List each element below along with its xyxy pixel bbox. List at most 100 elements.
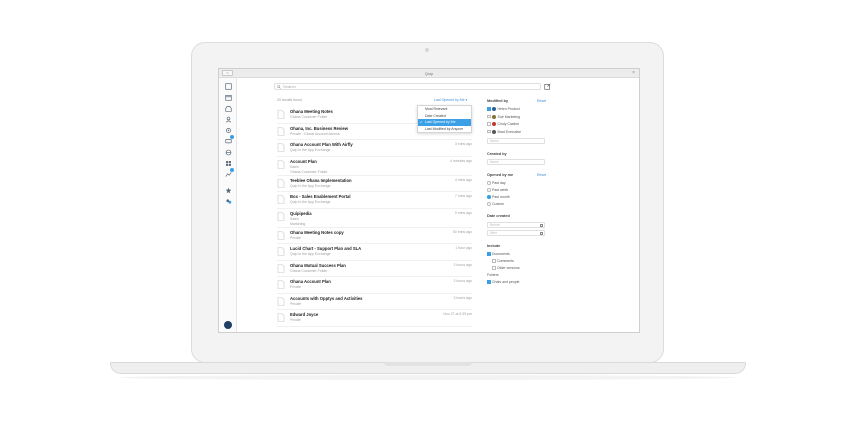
checkbox[interactable] — [487, 129, 491, 134]
left-nav — [219, 78, 237, 332]
checkbox[interactable] — [487, 114, 491, 119]
radio[interactable] — [487, 202, 491, 206]
option-label: Older versions — [497, 266, 520, 270]
list-item[interactable]: Lucid Chart - Support Plan and SLA Quip i… — [277, 244, 472, 261]
list-item[interactable]: Ohana Meeting Notes copy Private 50 mins a… — [277, 228, 472, 244]
modified-by-user-option[interactable]: Cindy Casline — [487, 122, 519, 127]
opened-by-me-option[interactable]: Past day — [487, 181, 506, 185]
home-icon[interactable] — [224, 82, 232, 90]
include-option[interactable]: Folders — [487, 273, 499, 277]
item-location: Quip in the App Exchange — [290, 148, 331, 152]
globe-icon[interactable] — [224, 148, 232, 156]
item-time: 3 mins ago — [454, 142, 472, 146]
document-icon — [277, 280, 285, 289]
modified-by-user-option[interactable]: Brad Executive — [487, 130, 521, 134]
people-icon[interactable] — [224, 197, 232, 205]
include-heading: Include — [487, 244, 501, 248]
item-location: Quip in the App Exchange — [290, 252, 331, 256]
opened-by-me-option[interactable]: Custom — [487, 202, 504, 206]
item-time: 50 mins ago — [452, 229, 472, 234]
checkbox[interactable] — [492, 259, 496, 263]
inbox-icon[interactable] — [224, 104, 232, 112]
item-title: Ohana Account Plan With Airfly — [290, 142, 353, 147]
document-icon — [277, 110, 285, 119]
calendar-icon[interactable] — [224, 93, 232, 101]
option-label: Past day — [492, 181, 506, 185]
laptop-notch — [384, 362, 472, 366]
radio[interactable] — [487, 188, 491, 192]
item-location: Private — [290, 318, 301, 322]
chat-icon[interactable] — [224, 135, 234, 145]
item-location: Private · Global Account Access — [290, 131, 340, 136]
checkbox[interactable] — [487, 280, 491, 284]
sort-dropdown[interactable]: Last Opened by Me ▾ — [434, 98, 467, 102]
result-count: 20 results found — [277, 98, 302, 102]
checkbox[interactable] — [487, 252, 491, 256]
modified-by-reset[interactable]: Reset — [537, 99, 546, 103]
calendar-icon[interactable] — [540, 224, 543, 227]
opened-by-me-option[interactable]: Past month — [487, 195, 510, 199]
include-option[interactable]: Older versions — [492, 266, 520, 270]
option-label: Chats and people — [492, 280, 520, 284]
list-item[interactable]: Ohana Mutual Success Plan Ohana Customer … — [277, 261, 473, 277]
document-icon — [277, 126, 285, 136]
item-time: 2 hours ago — [453, 262, 473, 267]
list-item[interactable]: Accounts with Opptys and Activities Priva… — [277, 294, 472, 310]
list-item[interactable]: Ohana Account Plan Private 2 hours ago — [277, 277, 472, 294]
item-location-secondary: Ohana Customer Folder — [290, 169, 328, 174]
avatar — [492, 129, 496, 134]
modified-by-name-input[interactable]: Name — [487, 138, 545, 144]
item-title: Accounts with Opptys and Activities — [290, 295, 363, 301]
item-location: Private — [290, 235, 301, 240]
sort-option[interactable]: Last Modified by Anyone — [418, 126, 471, 133]
window-title: Quip — [424, 71, 434, 76]
item-location: Private — [290, 285, 301, 289]
modified-by-user-option[interactable]: Helen Product — [487, 107, 520, 112]
list-item[interactable]: Account Plan Sales Ohana Customer Folder 4 … — [277, 157, 472, 176]
item-time: 2 hours ago — [453, 279, 473, 283]
opened-by-me-reset[interactable]: Reset — [537, 173, 546, 177]
item-title: Teeblee Ohana Implementation — [290, 177, 352, 183]
list-item[interactable]: Teeblee Ohana Implementation Quip in the … — [277, 176, 472, 192]
radio[interactable] — [487, 195, 491, 199]
document-icon — [277, 143, 285, 152]
gear-icon[interactable] — [224, 126, 232, 134]
notification-badge — [230, 135, 234, 139]
list-item[interactable]: Box - Sales Enablement Portal Quip in the… — [277, 192, 472, 209]
document-icon — [277, 195, 285, 204]
calendar-icon[interactable] — [540, 232, 543, 235]
close-button[interactable]: × — [632, 70, 635, 76]
checkbox[interactable] — [487, 107, 491, 111]
after-date-input[interactable]: After — [487, 230, 545, 236]
item-time: 4 minutes ago — [450, 158, 472, 163]
before-date-input[interactable]: Before — [487, 222, 545, 228]
star-icon[interactable] — [224, 186, 232, 194]
user-name: Sue Marketing — [497, 114, 521, 119]
include-option[interactable]: Chats and people — [487, 280, 519, 284]
item-location: Sales — [290, 164, 299, 169]
option-label: Past month — [492, 195, 510, 199]
opened-by-me-option[interactable]: Past week — [487, 188, 508, 192]
activity-icon[interactable] — [224, 168, 234, 178]
search-input[interactable]: Search — [274, 83, 541, 90]
person-icon[interactable] — [224, 115, 232, 123]
list-item[interactable]: Edward Joyce Private Nov 27 at 6:35 pm — [277, 310, 472, 327]
include-option[interactable]: Documents — [487, 252, 510, 256]
item-title: Ohana, Inc. Business Review — [290, 125, 348, 131]
list-item[interactable]: Ohana Account Plan With Airfly Quip in th… — [277, 140, 472, 157]
grid-icon[interactable] — [224, 159, 232, 167]
created-by-name-input[interactable]: Name — [487, 159, 545, 165]
item-location: Ohana Customer Folder — [290, 115, 328, 119]
checkbox[interactable] — [487, 122, 491, 126]
radio[interactable] — [487, 181, 491, 185]
avatar[interactable] — [224, 321, 232, 329]
document-icon — [277, 178, 285, 188]
list-item[interactable]: Quipipedia Sales Marketing 9 mins ago — [277, 209, 472, 228]
option-label: Past week — [492, 188, 509, 192]
option-label: Comments — [497, 259, 514, 263]
include-option[interactable]: Comments — [492, 259, 514, 263]
checkbox[interactable] — [492, 266, 496, 270]
compose-icon[interactable] — [544, 83, 551, 90]
modified-by-user-option[interactable]: Sue Marketing — [487, 115, 520, 119]
item-time: 9 mins ago — [454, 210, 472, 215]
